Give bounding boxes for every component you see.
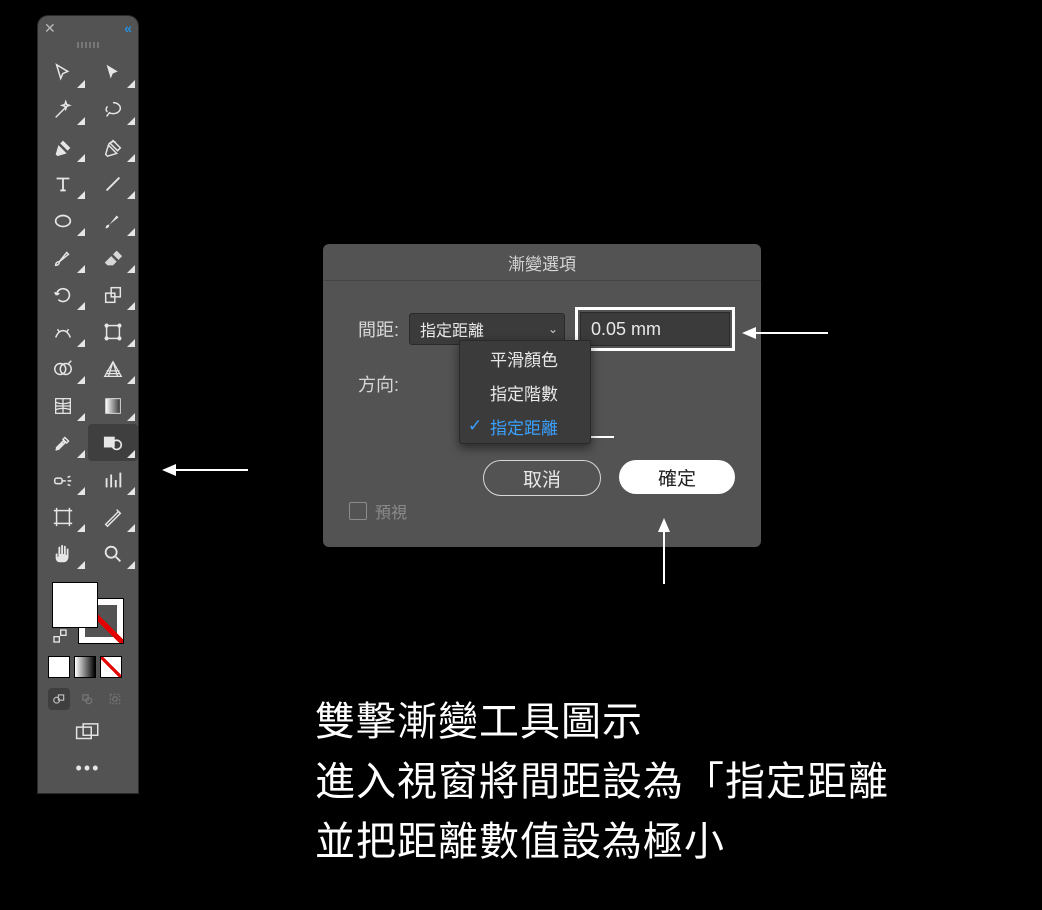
width-tool[interactable] bbox=[38, 313, 88, 350]
spacing-label: 間距: bbox=[349, 316, 399, 342]
curvature-tool[interactable] bbox=[88, 128, 138, 165]
option-specified-distance[interactable]: 指定距離 bbox=[460, 409, 590, 443]
hand-tool[interactable] bbox=[38, 535, 88, 572]
panel-header: ✕ « bbox=[38, 16, 138, 40]
draw-inside-mode[interactable] bbox=[104, 688, 126, 710]
preview-checkbox[interactable] bbox=[349, 502, 367, 520]
blend-options-dialog: 漸變選項 間距: 指定距離 ⌄ 0.05 mm 方向: 平滑顏色 指定階數 指定… bbox=[323, 244, 761, 547]
ok-button[interactable]: 確定 bbox=[619, 460, 735, 494]
shape-builder-tool[interactable] bbox=[38, 350, 88, 387]
perspective-grid-tool[interactable] bbox=[88, 350, 138, 387]
scale-tool[interactable] bbox=[88, 276, 138, 313]
zoom-tool[interactable] bbox=[88, 535, 138, 572]
dialog-title: 漸變選項 bbox=[323, 244, 761, 281]
chevron-down-icon: ⌄ bbox=[548, 322, 558, 336]
option-specified-steps[interactable]: 指定階數 bbox=[460, 375, 590, 409]
symbol-sprayer-tool[interactable] bbox=[38, 461, 88, 498]
lasso-tool[interactable] bbox=[88, 91, 138, 128]
column-graph-tool[interactable] bbox=[88, 461, 138, 498]
cancel-button[interactable]: 取消 bbox=[483, 460, 601, 496]
eyedropper-tool[interactable] bbox=[38, 424, 88, 461]
panel-grip[interactable] bbox=[38, 40, 138, 50]
pencil-tool[interactable] bbox=[38, 239, 88, 276]
preview-checkbox-row[interactable]: 預視 bbox=[349, 499, 407, 523]
option-smooth-color[interactable]: 平滑顏色 bbox=[460, 341, 590, 375]
artboard-tool[interactable] bbox=[38, 498, 88, 535]
draw-mode-row bbox=[38, 684, 138, 716]
fill-swatch[interactable] bbox=[52, 582, 98, 628]
screen-mode-icon[interactable] bbox=[38, 716, 138, 748]
spacing-value-input[interactable]: 0.05 mm bbox=[580, 312, 730, 346]
solid-color-mode[interactable] bbox=[48, 656, 70, 678]
collapse-panel-icon[interactable]: « bbox=[124, 20, 132, 36]
tool-grid bbox=[38, 54, 138, 572]
selection-tool[interactable] bbox=[38, 54, 88, 91]
line-segment-tool[interactable] bbox=[88, 165, 138, 202]
swap-fill-stroke-icon[interactable] bbox=[52, 628, 68, 644]
fill-stroke-swatches bbox=[38, 572, 138, 656]
instruction-caption: 雙擊漸變工具圖示 進入視窗將間距設為「指定距離 並把距離數值設為極小 bbox=[315, 692, 889, 872]
tools-panel: ✕ « bbox=[38, 16, 138, 793]
spacing-value-highlight: 0.05 mm bbox=[575, 307, 735, 351]
rotate-tool[interactable] bbox=[38, 276, 88, 313]
mesh-tool[interactable] bbox=[38, 387, 88, 424]
direct-selection-tool[interactable] bbox=[88, 54, 138, 91]
gradient-tool[interactable] bbox=[88, 387, 138, 424]
orientation-label: 方向: bbox=[349, 371, 399, 397]
preview-label: 預視 bbox=[375, 499, 407, 523]
draw-behind-mode[interactable] bbox=[76, 688, 98, 710]
pen-tool[interactable] bbox=[38, 128, 88, 165]
annotation-arrow-value bbox=[740, 323, 830, 343]
magic-wand-tool[interactable] bbox=[38, 91, 88, 128]
slice-tool[interactable] bbox=[88, 498, 138, 535]
draw-normal-mode[interactable] bbox=[48, 688, 70, 710]
eraser-tool[interactable] bbox=[88, 239, 138, 276]
close-panel-icon[interactable]: ✕ bbox=[44, 21, 56, 35]
spacing-dropdown: 平滑顏色 指定階數 指定距離 bbox=[459, 340, 591, 444]
blend-tool[interactable] bbox=[88, 424, 138, 461]
annotation-arrow-blend-tool bbox=[160, 460, 250, 480]
paintbrush-tool[interactable] bbox=[88, 202, 138, 239]
more-tools-icon[interactable]: ••• bbox=[38, 748, 138, 793]
type-tool[interactable] bbox=[38, 165, 88, 202]
free-transform-tool[interactable] bbox=[88, 313, 138, 350]
ellipse-tool[interactable] bbox=[38, 202, 88, 239]
none-color-mode[interactable] bbox=[100, 656, 122, 678]
gradient-color-mode[interactable] bbox=[74, 656, 96, 678]
spacing-select-value: 指定距離 bbox=[420, 317, 484, 341]
annotation-arrow-ok bbox=[654, 516, 674, 586]
color-mode-row bbox=[38, 656, 138, 684]
